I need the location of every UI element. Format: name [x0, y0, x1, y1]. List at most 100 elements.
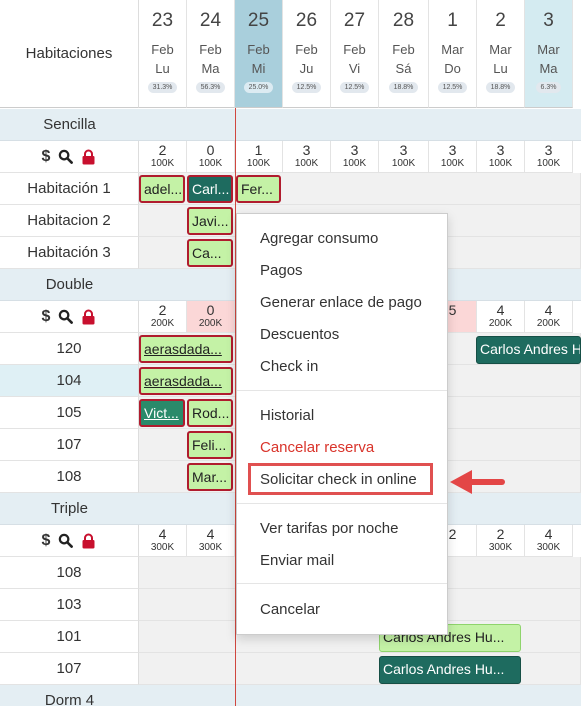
search-icon[interactable]: [58, 309, 74, 324]
lock-icon[interactable]: [81, 533, 96, 549]
menu-item-pagos[interactable]: Pagos: [237, 261, 447, 281]
menu-item-agregar-consumo[interactable]: Agregar consumo: [237, 229, 447, 249]
room-label[interactable]: Habitación 3: [0, 237, 139, 269]
availability-cell[interactable]: 2 300K: [477, 525, 525, 557]
available-count: 3: [496, 142, 505, 158]
availability-cell[interactable]: 1 100K: [235, 141, 283, 173]
booking-block[interactable]: Rod...: [187, 399, 233, 427]
availability-cell[interactable]: 3 100K: [477, 141, 525, 173]
occupancy-badge: 12.5%: [291, 82, 322, 93]
availability-cell[interactable]: 0 100K: [187, 141, 235, 173]
booking-context-menu: Agregar consumo Pagos Generar enlace de …: [236, 213, 448, 635]
booking-block[interactable]: Mar...: [187, 463, 233, 491]
booking-block[interactable]: Vict...: [139, 399, 185, 427]
booking-block[interactable]: Feli...: [187, 431, 233, 459]
day-header[interactable]: 26 Feb Ju 12.5%: [283, 0, 331, 108]
booking-block[interactable]: Ca...: [187, 239, 233, 267]
booking-block[interactable]: Javi...: [187, 207, 233, 235]
available-count: 4: [496, 302, 505, 318]
occupancy-badge: 18.8%: [388, 82, 419, 93]
room-label[interactable]: 120: [0, 333, 139, 365]
dollar-icon[interactable]: $: [42, 308, 51, 326]
day-header[interactable]: 27 Feb Vi 12.5%: [331, 0, 379, 108]
menu-item-generar-enlace[interactable]: Generar enlace de pago: [237, 293, 447, 313]
available-count: 3: [399, 142, 408, 158]
menu-item-descuentos[interactable]: Descuentos: [237, 325, 447, 345]
day-weekday: Lu: [155, 61, 170, 76]
availability-cell[interactable]: 4 300K: [187, 525, 235, 557]
occupancy-badge: 12.5%: [437, 82, 468, 93]
day-header[interactable]: 24 Feb Ma 56.3%: [187, 0, 235, 108]
room-label[interactable]: 103: [0, 589, 139, 621]
day-month: Feb: [343, 42, 366, 57]
booking-block[interactable]: Carl...: [187, 175, 233, 203]
section-title: Dorm 4: [44, 692, 95, 706]
day-month: Feb: [392, 42, 415, 57]
booking-block[interactable]: adel...: [139, 175, 185, 203]
occupancy-badge: 12.5%: [339, 82, 370, 93]
menu-item-cancelar[interactable]: Cancelar: [237, 600, 447, 620]
lock-icon[interactable]: [81, 309, 96, 325]
room-label[interactable]: Habitación 1: [0, 173, 139, 205]
booking-block[interactable]: Carlos Andres Hu...: [476, 336, 581, 364]
room-label[interactable]: 108: [0, 557, 139, 589]
day-header[interactable]: 28 Feb Sá 18.8%: [379, 0, 429, 108]
day-header[interactable]: 1 Mar Do 12.5%: [429, 0, 477, 108]
room-label[interactable]: 101: [0, 621, 139, 653]
day-number: 28: [392, 10, 415, 31]
day-header[interactable]: 2 Mar Lu 18.8%: [477, 0, 525, 108]
room-type-tools: $: [0, 141, 139, 173]
availability-cell[interactable]: 4 200K: [525, 301, 573, 333]
day-number: 26: [295, 10, 318, 31]
arrow-left-icon: [450, 470, 505, 494]
availability-cell[interactable]: 4 300K: [139, 525, 187, 557]
room-label[interactable]: 108: [0, 461, 139, 493]
search-icon[interactable]: [58, 533, 74, 548]
available-count: 3: [350, 142, 359, 158]
day-header[interactable]: 23 Feb Lu 31.3%: [139, 0, 187, 108]
menu-item-check-in[interactable]: Check in: [237, 357, 447, 377]
availability-cell[interactable]: 3 100K: [525, 141, 573, 173]
availability-cell[interactable]: 3 100K: [331, 141, 379, 173]
room-type-tools: $: [0, 301, 139, 333]
room-label[interactable]: 105: [0, 397, 139, 429]
day-month: Feb: [295, 42, 318, 57]
day-month: Mar: [537, 42, 560, 57]
rate: 100K: [294, 158, 319, 169]
booking-block[interactable]: aerasdada...: [139, 367, 233, 395]
day-number: 23: [151, 10, 174, 31]
day-number: 25: [247, 10, 270, 31]
day-header[interactable]: 3 Mar Ma 6.3%: [525, 0, 573, 108]
day-header-today[interactable]: 25 Feb Mi 25.0%: [235, 0, 283, 108]
availability-cell[interactable]: 4 200K: [477, 301, 525, 333]
day-month: Feb: [247, 42, 270, 57]
dollar-icon[interactable]: $: [42, 148, 51, 166]
menu-item-cancelar-reserva[interactable]: Cancelar reserva: [237, 438, 447, 458]
available-count: 4: [544, 302, 553, 318]
lock-icon[interactable]: [81, 149, 96, 165]
availability-cell[interactable]: 2 200K: [139, 301, 187, 333]
booking-block[interactable]: Carlos Andres Hu...: [379, 656, 521, 684]
booking-block[interactable]: aerasdada...: [139, 335, 233, 363]
availability-cell[interactable]: 0 200K: [187, 301, 235, 333]
menu-item-historial[interactable]: Historial: [237, 406, 447, 426]
availability-cell[interactable]: 2 100K: [139, 141, 187, 173]
availability-cell[interactable]: 3 100K: [429, 141, 477, 173]
room-label[interactable]: 104: [0, 365, 139, 397]
day-month: Feb: [151, 42, 174, 57]
room-label[interactable]: 107: [0, 429, 139, 461]
menu-divider: [237, 583, 447, 584]
availability-cell[interactable]: 4 300K: [525, 525, 573, 557]
menu-item-enviar-mail[interactable]: Enviar mail: [237, 551, 447, 571]
dollar-icon[interactable]: $: [42, 532, 51, 550]
search-icon[interactable]: [58, 149, 74, 164]
day-weekday: Ma: [201, 61, 220, 76]
room-label[interactable]: 107: [0, 653, 139, 685]
menu-item-ver-tarifas[interactable]: Ver tarifas por noche: [237, 519, 447, 539]
rate: 100K: [342, 158, 367, 169]
availability-cell[interactable]: 3 100K: [283, 141, 331, 173]
availability-cell[interactable]: 3 100K: [379, 141, 429, 173]
room-label[interactable]: Habitacion 2: [0, 205, 139, 237]
rate: 300K: [536, 542, 561, 553]
booking-block[interactable]: Fer...: [236, 175, 281, 203]
